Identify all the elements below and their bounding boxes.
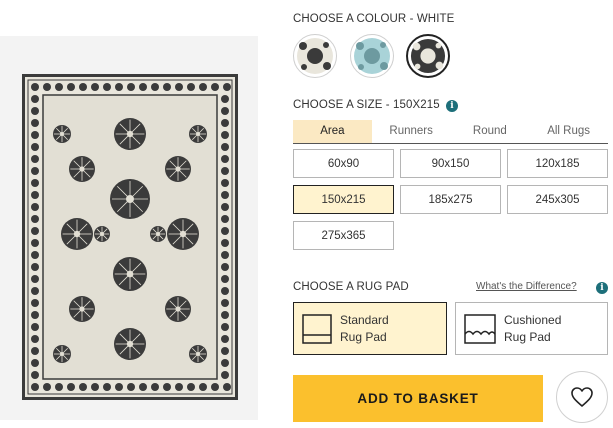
rug-pad-info-icon[interactable]: i [596,282,608,294]
size-info-icon[interactable]: i [446,100,458,112]
add-to-basket-button[interactable]: ADD TO BASKET [293,375,543,422]
tab-area[interactable]: Area [293,120,372,143]
cushioned-pad-icon [464,313,496,344]
colour-swatch-3-selected[interactable] [406,34,450,78]
standard-pad-icon [302,313,332,344]
size-heading: CHOOSE A SIZE - 150X215 [293,99,440,111]
tab-all-rugs[interactable]: All Rugs [529,120,608,143]
size-option-275x365[interactable]: 275x365 [293,221,394,250]
tab-round[interactable]: Round [451,120,530,143]
wishlist-button[interactable] [556,371,608,423]
heart-icon [571,387,593,407]
rug-pad-heading: CHOOSE A RUG PAD [293,281,409,293]
rug-pad-standard-line1: Standard [340,312,389,327]
size-option-120x185[interactable]: 120x185 [507,149,608,178]
rug-pad-cushioned[interactable]: Cushioned Rug Pad [455,302,608,355]
colour-heading: CHOOSE A COLOUR - WHITE [293,13,455,25]
colour-swatch-2[interactable] [350,34,394,78]
tab-runners[interactable]: Runners [372,120,451,143]
rug-pad-standard[interactable]: Standard Rug Pad [293,302,447,355]
size-option-185x275[interactable]: 185x275 [400,185,501,214]
rug-pad-cushioned-line2: Rug Pad [504,329,551,344]
size-option-245x305[interactable]: 245x305 [507,185,608,214]
rug-pad-cushioned-line1: Cushioned [504,312,562,327]
rug-pad-standard-line2: Rug Pad [340,329,387,344]
whats-the-difference-link[interactable]: What's the Difference? [476,281,577,292]
size-option-150x215[interactable]: 150x215 [293,185,394,214]
size-option-60x90[interactable]: 60x90 [293,149,394,178]
colour-swatch-1[interactable] [293,34,337,78]
size-tabs: Area Runners Round All Rugs [293,120,608,144]
rug-image [22,74,238,400]
size-option-90x150[interactable]: 90x150 [400,149,501,178]
product-image-panel[interactable] [0,36,258,420]
